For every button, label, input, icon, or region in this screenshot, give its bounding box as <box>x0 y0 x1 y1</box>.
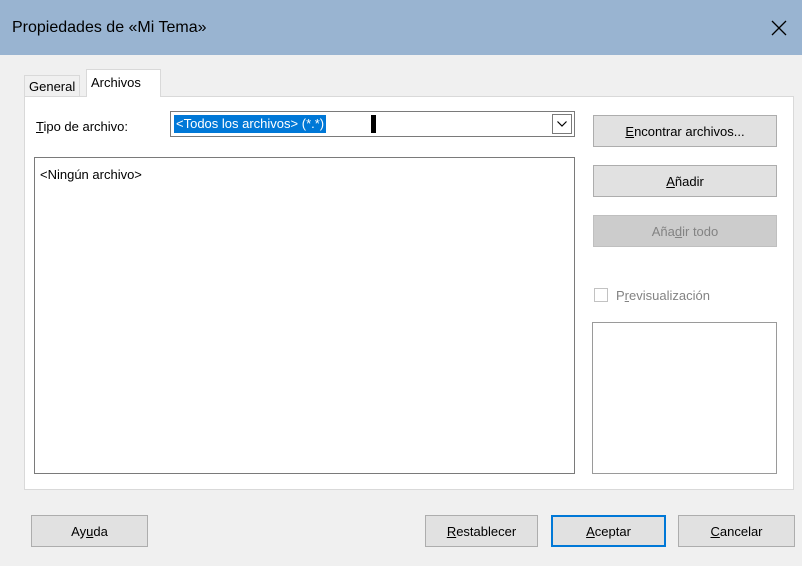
ok-mnemonic: A <box>586 523 595 539</box>
tab-archivos-label: Archivos <box>91 75 141 90</box>
preview-label: Previsualización <box>616 288 710 303</box>
add-all-label: ir todo <box>682 223 719 239</box>
cancel-button[interactable]: Cancelar <box>678 515 795 547</box>
preview-label-pre: P <box>616 288 625 303</box>
preview-label-rest: evisualización <box>629 288 710 303</box>
reset-mnemonic: R <box>446 523 457 539</box>
file-type-select[interactable]: <Todos los archivos> (*.*) <box>170 111 575 137</box>
window-title: Propiedades de «Mi Tema» <box>12 19 207 36</box>
preview-area <box>592 322 777 474</box>
file-type-dropdown-button[interactable] <box>552 114 572 134</box>
preview-checkbox[interactable] <box>594 288 608 302</box>
help-label-pre: Ay <box>71 523 87 539</box>
add-all-label-pre: Aña <box>651 223 675 239</box>
help-label-rest: da <box>93 523 108 539</box>
file-type-selected-value: <Todos los archivos> (*.*) <box>174 115 327 133</box>
add-all-button[interactable]: Aña d ir todo <box>593 215 777 247</box>
cancel-label: ancelar <box>719 523 763 539</box>
add-all-mnemonic: d <box>674 223 683 239</box>
add-label: ñadir <box>674 173 704 189</box>
find-files-label: ncontrar archivos... <box>634 123 745 139</box>
add-mnemonic: A <box>666 173 675 189</box>
reset-button[interactable]: Restablecer <box>425 515 538 547</box>
title-bar: Propiedades de «Mi Tema» <box>0 0 802 55</box>
ok-label: ceptar <box>594 523 631 539</box>
text-cursor <box>371 115 376 133</box>
cancel-mnemonic: C <box>710 523 720 539</box>
close-icon <box>771 20 787 35</box>
chevron-down-icon <box>557 121 567 127</box>
file-type-label: Tipo de archivo: <box>36 119 128 134</box>
tab-general[interactable]: General <box>24 75 81 96</box>
file-list-empty-text: <Ningún archivo> <box>40 167 142 182</box>
reset-label: establecer <box>456 523 517 539</box>
help-mnemonic: u <box>86 523 94 539</box>
tab-archivos[interactable]: Archivos <box>86 69 161 97</box>
tab-general-label: General <box>29 79 76 94</box>
file-list[interactable]: <Ningún archivo> <box>34 157 575 474</box>
add-button[interactable]: Añadir <box>593 165 777 197</box>
file-type-label-text: ipo de archivo: <box>43 119 129 134</box>
find-files-button[interactable]: Encontrar archivos... <box>593 115 777 147</box>
close-button[interactable] <box>756 0 802 55</box>
ok-button[interactable]: Aceptar <box>551 515 666 547</box>
find-files-mnemonic: E <box>625 123 635 139</box>
help-button[interactable]: Ay u da <box>31 515 148 547</box>
